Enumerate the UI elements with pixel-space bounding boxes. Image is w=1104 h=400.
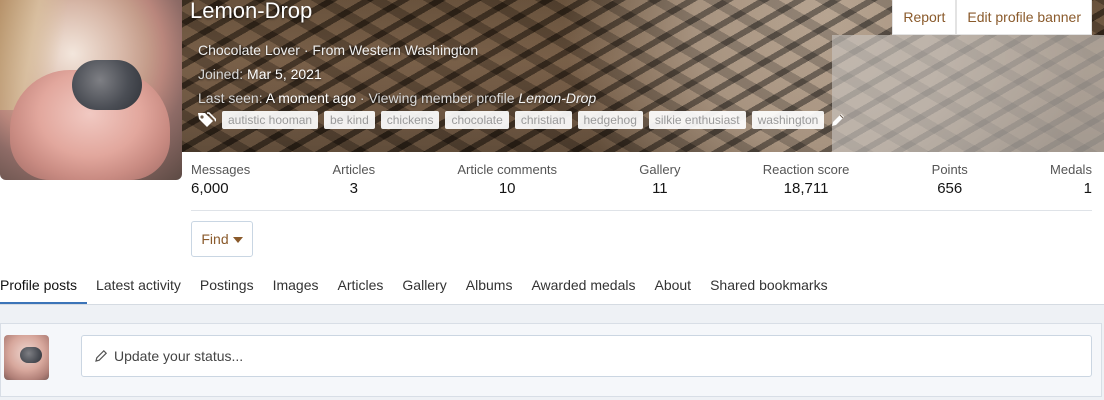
stat-value: 656 bbox=[937, 180, 963, 197]
tab-about[interactable]: About bbox=[645, 268, 701, 304]
status-placeholder: Update your status... bbox=[114, 348, 244, 364]
tab-awarded-medals[interactable]: Awarded medals bbox=[522, 268, 645, 304]
tag-item[interactable]: hedgehog bbox=[577, 111, 643, 129]
last-seen-label: Last seen: bbox=[198, 90, 263, 106]
tag-item[interactable]: autistic hooman bbox=[222, 111, 319, 129]
tag-item[interactable]: christian bbox=[514, 111, 572, 129]
stat-value: 11 bbox=[652, 180, 668, 197]
joined-date: Mar 5, 2021 bbox=[247, 66, 322, 82]
stat-label: Reaction score bbox=[762, 162, 850, 177]
report-button[interactable]: Report bbox=[892, 0, 957, 35]
profile-header: Report Edit profile banner Lemon-Drop Ch… bbox=[0, 0, 1104, 268]
activity-target-link[interactable]: Lemon-Drop bbox=[518, 90, 596, 106]
tab-profile-posts[interactable]: Profile posts bbox=[0, 268, 87, 304]
tag-item[interactable]: be kind bbox=[324, 111, 375, 129]
stat-article-comments[interactable]: Article comments 10 bbox=[457, 162, 557, 210]
stat-points[interactable]: Points 656 bbox=[932, 162, 968, 210]
tab-articles[interactable]: Articles bbox=[328, 268, 393, 304]
stat-reaction-score[interactable]: Reaction score 18,711 bbox=[763, 162, 850, 210]
stat-label: Medals bbox=[1050, 162, 1092, 177]
avatar-chick-shape bbox=[20, 347, 42, 363]
stat-label: Gallery bbox=[639, 162, 681, 177]
tag-list: autistic hooman be kind chickens chocola… bbox=[196, 110, 846, 130]
status-avatar[interactable] bbox=[4, 335, 49, 380]
tab-images[interactable]: Images bbox=[263, 268, 328, 304]
tag-item[interactable]: chocolate bbox=[445, 111, 509, 129]
joined-label: Joined: bbox=[198, 66, 244, 82]
tag-item[interactable]: chickens bbox=[380, 111, 440, 129]
stat-value: 6,000 bbox=[191, 180, 229, 197]
stat-label: Points bbox=[931, 162, 968, 177]
stat-articles[interactable]: Articles 3 bbox=[332, 162, 375, 210]
stat-label: Articles bbox=[332, 162, 376, 177]
member-stats: Messages 6,000 Articles 3 Article commen… bbox=[191, 162, 1092, 210]
tag-item[interactable]: silkie enthusiast bbox=[648, 111, 746, 129]
stat-messages[interactable]: Messages 6,000 bbox=[191, 162, 250, 210]
find-label: Find bbox=[201, 231, 229, 247]
profile-banner: Report Edit profile banner Lemon-Drop Ch… bbox=[182, 0, 1104, 152]
tab-gallery[interactable]: Gallery bbox=[393, 268, 456, 304]
joined-line: Joined: Mar 5, 2021 bbox=[198, 66, 322, 82]
find-menu-button[interactable]: Find bbox=[191, 221, 253, 257]
tab-albums[interactable]: Albums bbox=[456, 268, 522, 304]
banner-actions: Report Edit profile banner bbox=[892, 0, 1092, 35]
last-seen-value: A moment ago bbox=[265, 90, 357, 106]
stat-value: 1 bbox=[1083, 180, 1092, 197]
stat-value: 10 bbox=[498, 180, 516, 197]
member-profile-page: Report Edit profile banner Lemon-Drop Ch… bbox=[0, 0, 1104, 400]
profile-avatar[interactable] bbox=[0, 0, 182, 180]
stat-gallery[interactable]: Gallery 11 bbox=[639, 162, 680, 210]
pencil-icon bbox=[94, 349, 108, 363]
username[interactable]: Lemon-Drop bbox=[190, 0, 312, 24]
edit-tags-pencil-icon[interactable] bbox=[830, 112, 846, 128]
tags-icon bbox=[196, 110, 218, 130]
stat-medals[interactable]: Medals 1 bbox=[1050, 162, 1092, 210]
stat-label: Messages bbox=[191, 162, 251, 177]
edit-profile-banner-button[interactable]: Edit profile banner bbox=[956, 0, 1092, 35]
stat-value: 3 bbox=[349, 180, 358, 197]
tab-latest-activity[interactable]: Latest activity bbox=[87, 268, 191, 304]
activity-prefix: · Viewing member profile bbox=[359, 90, 515, 106]
avatar-chick-shape bbox=[72, 60, 142, 110]
last-seen-line: Last seen: A moment ago · Viewing member… bbox=[198, 90, 596, 106]
tab-postings[interactable]: Postings bbox=[190, 268, 263, 304]
tag-item[interactable]: washington bbox=[751, 111, 825, 129]
tab-shared-bookmarks[interactable]: Shared bookmarks bbox=[701, 268, 838, 304]
status-input[interactable]: Update your status... bbox=[81, 335, 1092, 377]
stat-value: 18,711 bbox=[783, 180, 829, 197]
status-update-panel: Update your status... bbox=[0, 323, 1102, 397]
profile-tabs: Profile posts Latest activity Postings I… bbox=[0, 268, 1104, 305]
custom-title: Chocolate Lover · From Western Washingto… bbox=[198, 42, 479, 58]
stat-label: Article comments bbox=[457, 162, 558, 177]
stats-divider bbox=[191, 210, 1092, 211]
caret-down-icon bbox=[232, 237, 243, 243]
